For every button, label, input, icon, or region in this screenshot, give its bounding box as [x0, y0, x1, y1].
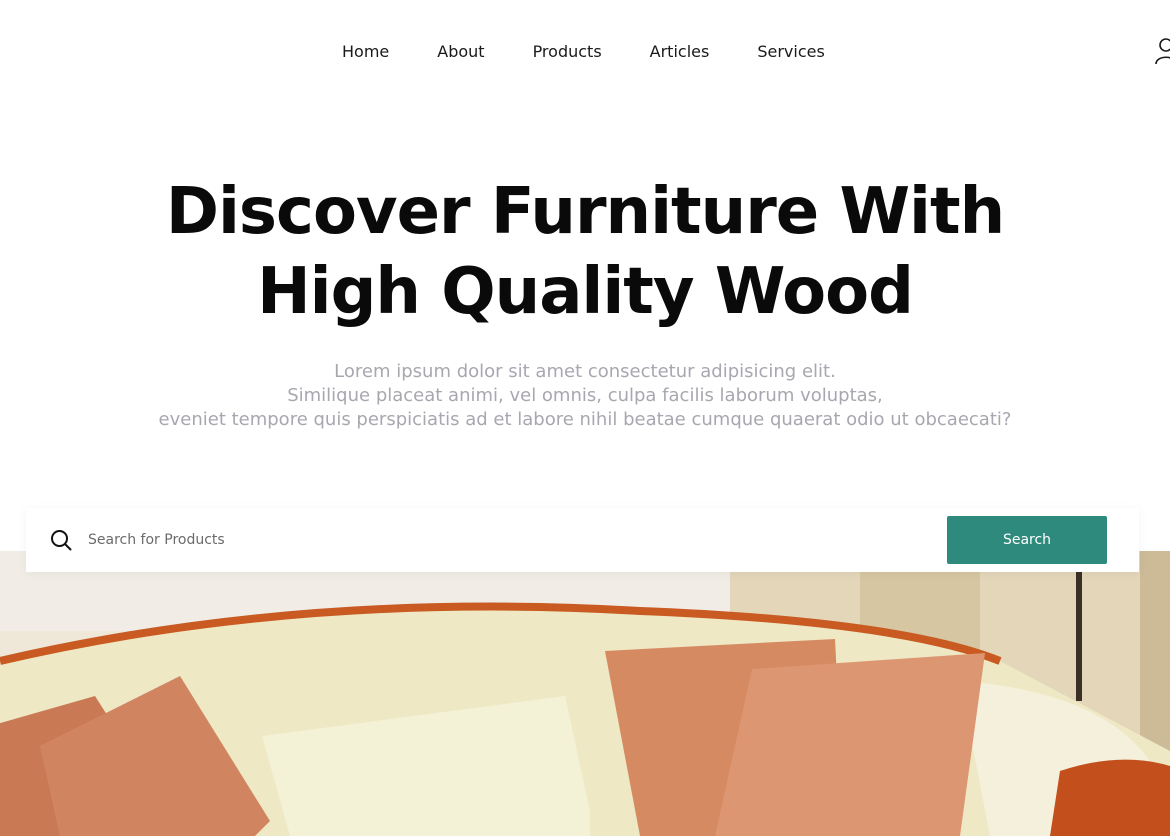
- hero-sofa-image: [0, 551, 1170, 836]
- search-input[interactable]: [88, 524, 928, 556]
- user-icon[interactable]: [1154, 36, 1170, 66]
- nav-link-products[interactable]: Products: [533, 42, 602, 61]
- hero-title: Discover Furniture With High Quality Woo…: [0, 172, 1170, 332]
- nav-link-articles[interactable]: Articles: [650, 42, 710, 61]
- search-button[interactable]: Search: [947, 516, 1107, 564]
- hero-subtitle-line-3: eveniet tempore quis perspiciatis ad et …: [158, 409, 1012, 430]
- hero-title-line-2: High Quality Wood: [257, 255, 914, 329]
- hero-title-line-1: Discover Furniture With: [165, 175, 1005, 249]
- hero-subtitle-line-1: Lorem ipsum dolor sit amet consectetur a…: [334, 361, 836, 382]
- hero-subtitle: Lorem ipsum dolor sit amet consectetur a…: [0, 360, 1170, 432]
- main-nav: Home About Products Articles Services: [0, 38, 1170, 68]
- hero-subtitle-line-2: Similique placeat animi, vel omnis, culp…: [287, 385, 883, 406]
- search-bar: Search: [26, 508, 1139, 572]
- search-icon: [50, 529, 72, 551]
- nav-link-about[interactable]: About: [437, 42, 484, 61]
- nav-link-home[interactable]: Home: [342, 42, 389, 61]
- nav-link-services[interactable]: Services: [757, 42, 824, 61]
- nav-links: Home About Products Articles Services: [342, 42, 825, 61]
- page: Home About Products Articles Services Di…: [0, 0, 1170, 836]
